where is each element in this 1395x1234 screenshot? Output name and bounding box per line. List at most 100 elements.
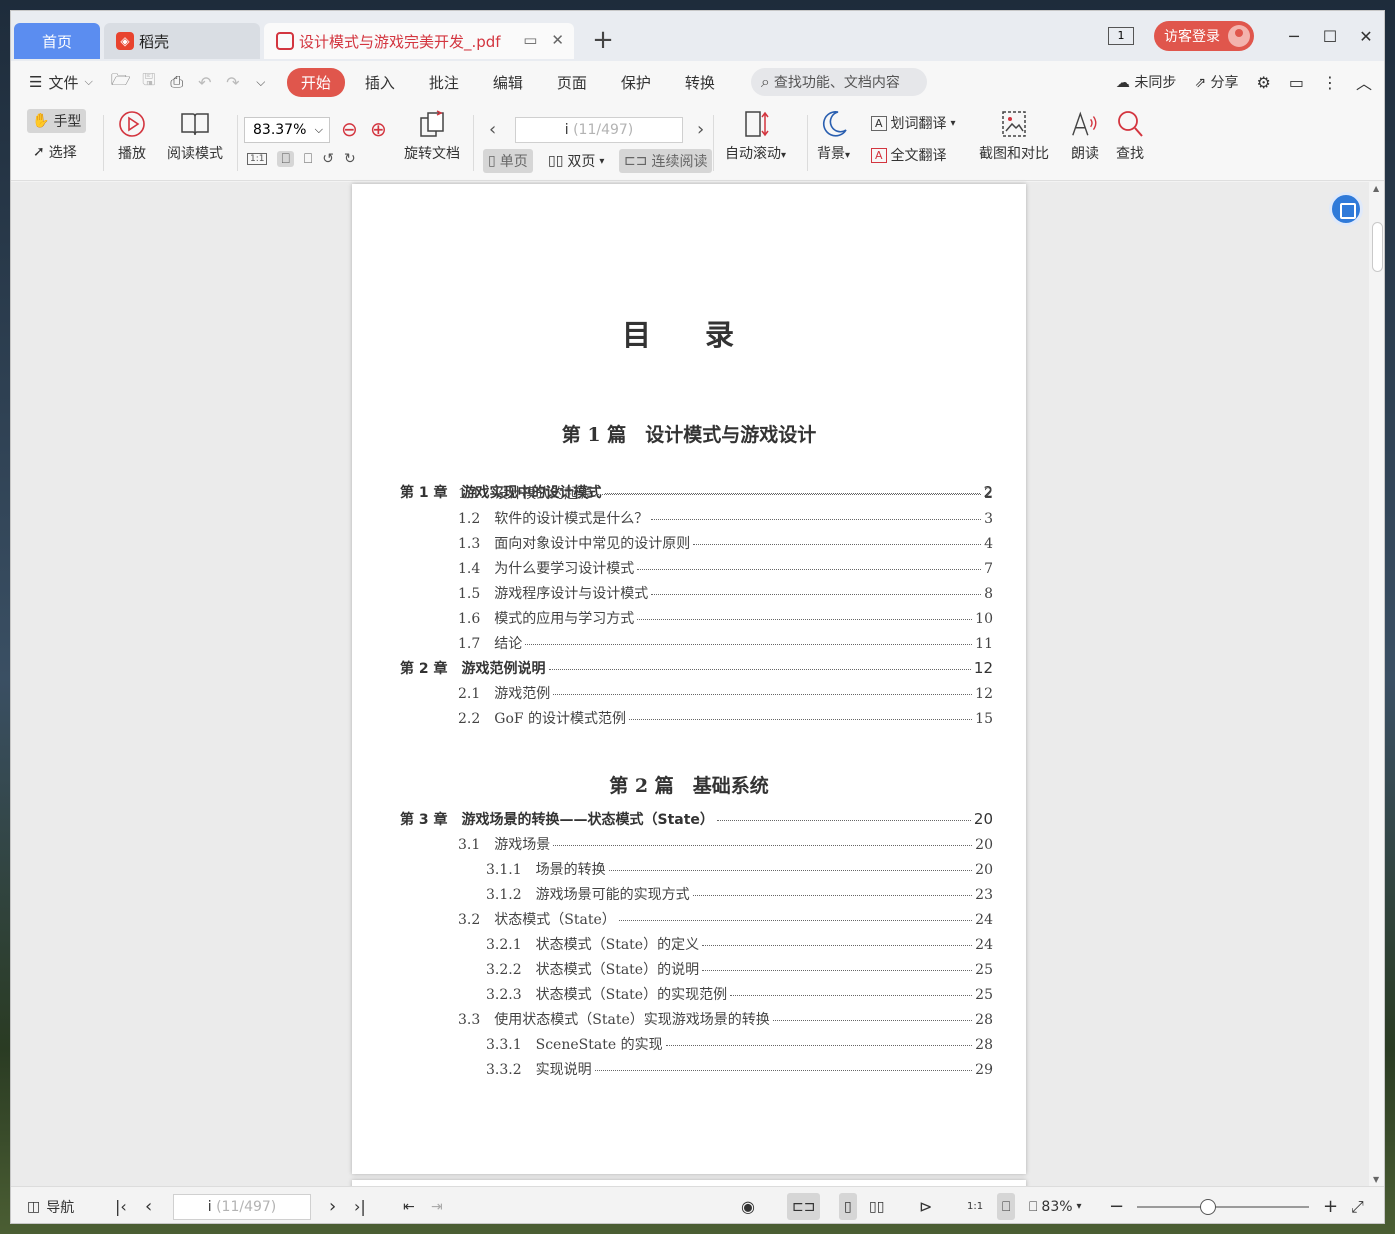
menu-annotate[interactable]: 批注 xyxy=(415,72,473,93)
open-folder-icon[interactable]: 🗁 xyxy=(107,69,135,96)
collapse-ribbon-icon[interactable]: ︿ xyxy=(1356,70,1372,94)
fit-width-icon[interactable]: ⎕ xyxy=(304,151,312,167)
prev-page-status-icon[interactable]: ‹ xyxy=(145,1187,152,1223)
actual-size-status-icon[interactable]: 1:1 xyxy=(967,1187,983,1223)
rotate-right-icon[interactable]: ↻ xyxy=(344,151,356,167)
menu-edit[interactable]: 编辑 xyxy=(479,72,537,93)
toc-entry[interactable]: 3.2.2 状态模式（State）的说明 25 xyxy=(486,959,993,979)
toc-entry[interactable]: 1.6 模式的应用与学习方式 10 xyxy=(458,608,993,628)
zoom-slider-handle[interactable] xyxy=(1200,1199,1216,1215)
zoom-select[interactable]: 83.37% ⌵ xyxy=(244,117,330,143)
fullscreen-icon[interactable]: ⤢ xyxy=(1351,1187,1364,1223)
toc-entry[interactable]: 3.1.2 游戏场景可能的实现方式 23 xyxy=(486,884,993,904)
toc-entry[interactable]: 3.3 使用状态模式（State）实现游戏场景的转换 28 xyxy=(458,1009,993,1029)
toc-entry[interactable]: 2.1 游戏范例 12 xyxy=(458,683,993,703)
search-input[interactable]: ⌕ 查找功能、文档内容 xyxy=(750,68,927,96)
next-page-icon[interactable]: › xyxy=(697,119,704,140)
navigation-toggle[interactable]: ◫ 导航 xyxy=(27,1187,74,1223)
toc-entry[interactable]: 1.3 面向对象设计中常见的设计原则 4 xyxy=(458,533,993,553)
print-icon[interactable]: ⎙ xyxy=(163,72,191,92)
toc-entry[interactable]: 3.1 游戏场景 20 xyxy=(458,834,993,854)
toc-entry[interactable]: 3.3.1 SceneState 的实现 28 xyxy=(486,1034,993,1054)
menu-protect[interactable]: 保护 xyxy=(607,72,665,93)
scroll-down-icon[interactable]: ▼ xyxy=(1373,1175,1379,1184)
first-page-icon[interactable]: |‹ xyxy=(115,1187,127,1223)
single-page-button[interactable]: ▯ 单页 xyxy=(483,149,533,173)
zoom-out-status-icon[interactable]: − xyxy=(1109,1187,1124,1223)
toc-entry[interactable]: 1.7 结论 11 xyxy=(458,633,993,653)
find-button[interactable]: 查找 xyxy=(1115,109,1145,163)
zoom-slider-track[interactable] xyxy=(1137,1206,1309,1208)
menu-start[interactable]: 开始 xyxy=(286,67,345,97)
zoom-status-select[interactable]: ⎕ 83% ▾ xyxy=(1029,1187,1082,1223)
status-page-input[interactable]: i (11/497) xyxy=(173,1194,311,1220)
rotate-document-button[interactable]: 旋转文档 xyxy=(404,109,460,163)
zoom-in-status-icon[interactable]: + xyxy=(1323,1187,1338,1223)
screen-icon[interactable]: ▭ xyxy=(523,31,537,49)
tab-home[interactable]: 首页 xyxy=(14,23,100,59)
word-translate-button[interactable]: A 划词翻译 ▾ xyxy=(871,113,956,133)
share-button[interactable]: ⇗ 分享 xyxy=(1194,72,1238,92)
save-icon[interactable]: 🖫 xyxy=(135,69,163,96)
maximize-button[interactable]: ☐ xyxy=(1312,27,1348,46)
select-tool-button[interactable]: ➚ 选择 xyxy=(33,142,77,162)
double-page-button[interactable]: ▯▯ 双页 ▾ xyxy=(548,151,604,171)
continuous-status-icon[interactable]: ⊏⊐ xyxy=(787,1193,821,1220)
guest-login-button[interactable]: 访客登录 xyxy=(1154,21,1254,51)
scroll-up-icon[interactable]: ▲ xyxy=(1373,184,1379,193)
eye-protect-icon[interactable]: ◉ xyxy=(741,1187,755,1223)
read-mode-button[interactable]: 阅读模式 xyxy=(167,109,223,163)
toc-entry[interactable]: 1.2 软件的设计模式是什么？ 3 xyxy=(458,508,993,528)
quick-access-more-icon[interactable]: ⌵ xyxy=(247,75,275,90)
menu-file[interactable]: ☰ 文件 ⌵ xyxy=(11,72,107,93)
toc-entry[interactable]: 1.4 为什么要学习设计模式 7 xyxy=(458,558,993,578)
continuous-read-button[interactable]: ⊏⊐ 连续阅读 xyxy=(619,149,713,173)
tab-daoke[interactable]: ◈ 稻壳 xyxy=(104,23,260,59)
page-count-badge[interactable]: 1 xyxy=(1108,27,1134,45)
hand-tool-button[interactable]: ✋ 手型 xyxy=(27,109,87,133)
toc-chapter-entry[interactable]: 第 3 章 游戏场景的转换——状态模式（State） 20 xyxy=(400,809,993,829)
undo-icon[interactable]: ↶ xyxy=(191,73,219,92)
double-page-status-icon[interactable]: ▯▯ xyxy=(869,1187,884,1223)
toc-entry[interactable]: 3.2 状态模式（State） 24 xyxy=(458,909,993,929)
minimize-button[interactable]: ─ xyxy=(1276,27,1312,46)
close-window-button[interactable]: ✕ xyxy=(1348,27,1384,46)
next-page-status-icon[interactable]: › xyxy=(329,1187,336,1223)
toc-entry[interactable]: 3.2.3 状态模式（State）的实现范例 25 xyxy=(486,984,993,1004)
rotate-left-icon[interactable]: ↺ xyxy=(322,151,334,167)
back-icon[interactable]: ⇤ xyxy=(403,1187,415,1223)
background-button[interactable]: 背景▾ xyxy=(817,109,850,163)
actual-size-icon[interactable]: 1:1 xyxy=(247,153,268,165)
redo-icon[interactable]: ↷ xyxy=(219,73,247,92)
close-tab-icon[interactable]: ✕ xyxy=(551,31,564,49)
auto-scroll-button[interactable]: 自动滚动▾ xyxy=(725,109,786,163)
toc-chapter-entry[interactable]: 第 2 章 游戏范例说明 12 xyxy=(400,658,993,678)
toc-entry[interactable]: 1.5 游戏程序设计与设计模式 8 xyxy=(458,583,993,603)
scrollbar-thumb[interactable] xyxy=(1372,222,1383,272)
play-status-icon[interactable]: ⊳ xyxy=(919,1187,932,1223)
tab-document[interactable]: 设计模式与游戏完美开发_.pdf ▭ ✕ xyxy=(264,23,574,59)
more-vertical-icon[interactable]: ⋮ xyxy=(1322,73,1338,92)
prev-page-icon[interactable]: ‹ xyxy=(489,119,496,140)
toc-entry[interactable]: 3.3.2 实现说明 29 xyxy=(486,1059,993,1079)
forward-icon[interactable]: ⇥ xyxy=(431,1187,443,1223)
vertical-scrollbar[interactable]: ▲ ▼ xyxy=(1369,182,1384,1186)
toc-entry[interactable]: 3.1.1 场景的转换 20 xyxy=(486,859,993,879)
zoom-in-icon[interactable]: ⊕ xyxy=(370,117,387,141)
toc-entry[interactable]: 2.2 GoF 的设计模式范例 15 xyxy=(458,708,993,728)
menu-convert[interactable]: 转换 xyxy=(671,72,729,93)
full-translate-button[interactable]: A 全文翻译 xyxy=(871,145,947,165)
document-viewport[interactable]: 目 录 第 1 篇 设计模式与游戏设计 第 2 篇 基础系统 第 1 章 游戏实… xyxy=(11,182,1369,1190)
read-aloud-button[interactable]: 朗读 xyxy=(1070,109,1100,163)
zoom-out-icon[interactable]: ⊖ xyxy=(341,117,358,141)
fit-page-status-icon[interactable]: ⎕ xyxy=(997,1193,1016,1220)
toc-entry[interactable]: 3.2.1 状态模式（State）的定义 24 xyxy=(486,934,993,954)
fit-page-icon[interactable]: ⎕ xyxy=(277,151,294,167)
play-button[interactable]: 播放 xyxy=(117,109,147,163)
new-tab-button[interactable]: + xyxy=(591,25,615,55)
sync-status[interactable]: ☁ 未同步 xyxy=(1116,72,1176,92)
menu-insert[interactable]: 插入 xyxy=(351,72,409,93)
toc-entry[interactable]: 1.1 设计模式的起源 2 xyxy=(458,483,993,503)
single-page-status-icon[interactable]: ▯ xyxy=(839,1193,857,1220)
settings-gear-icon[interactable]: ⚙ xyxy=(1257,73,1271,92)
